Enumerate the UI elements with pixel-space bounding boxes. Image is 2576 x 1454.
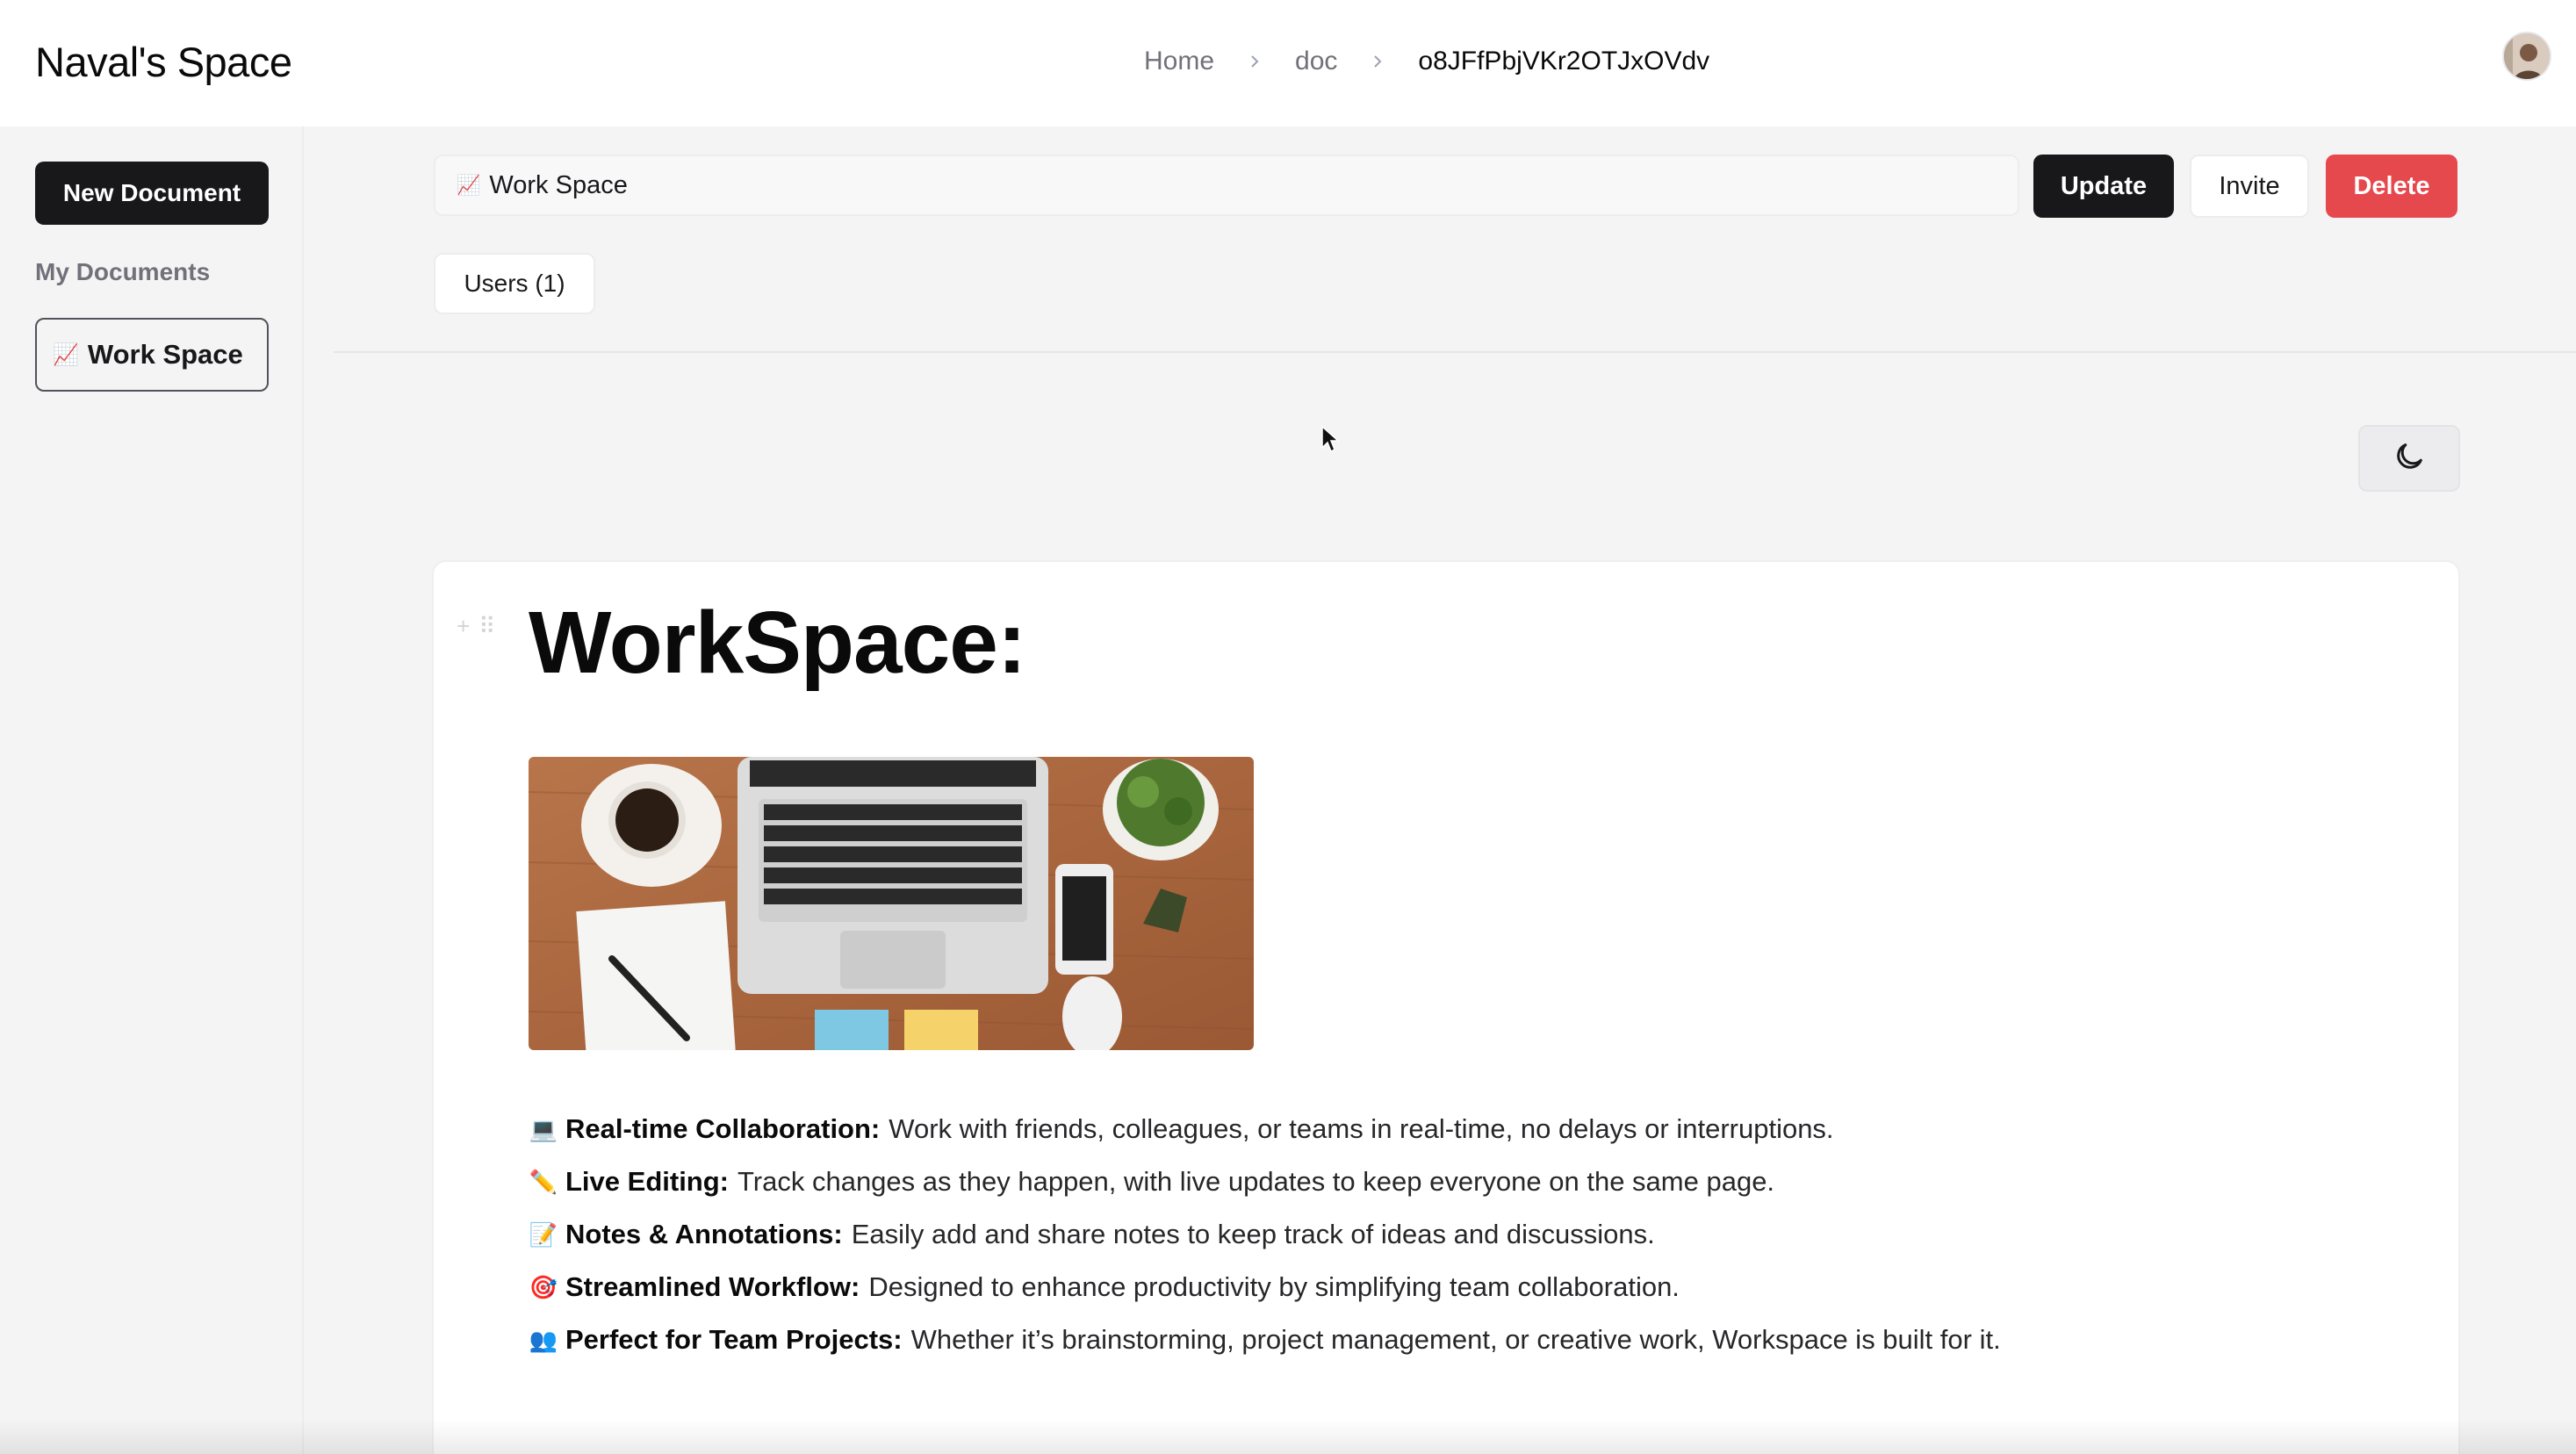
feature-label: Live Editing: [565, 1166, 729, 1197]
app-root: Naval's Space Home doc o8JFfPbjVKr2OTJxO… [0, 0, 2576, 1454]
list-item[interactable]: 📝 Notes & Annotations: Easily add and sh… [529, 1208, 2001, 1261]
feature-label: Notes & Annotations: [565, 1219, 843, 1249]
breadcrumb-current: o8JFfPbjVKr2OTJxOVdv [1418, 47, 1710, 76]
brand-title: Naval's Space [35, 39, 292, 85]
feature-text: Track changes as they happen, with live … [738, 1166, 1775, 1197]
invite-button[interactable]: Invite [2190, 155, 2309, 218]
breadcrumb-home[interactable]: Home [1144, 44, 1214, 79]
feature-label: Real-time Collaboration: [565, 1113, 881, 1144]
list-item[interactable]: 🎯 Streamlined Workflow: Designed to enha… [529, 1261, 2001, 1314]
sidebar: New Document My Documents 📈 Work Space [0, 126, 304, 1454]
document-editor[interactable]: + ⠿ WorkSpace: 💻 Real-time Collaboration… [432, 560, 2460, 1454]
chart-increasing-icon: 📈 [457, 174, 481, 196]
list-item[interactable]: 💻 Real-time Collaboration: Work with fri… [529, 1103, 2001, 1155]
people-icon: 👥 [529, 1326, 558, 1353]
pencil-icon: ✏️ [529, 1168, 558, 1195]
list-item[interactable]: ✏️ Live Editing: Track changes as they h… [529, 1155, 2001, 1208]
main-content: 📈 Work Space Update Invite Delete Users … [304, 126, 2576, 1454]
document-title-value: Work Space [489, 170, 628, 199]
sidebar-item-label: Work Space [87, 339, 243, 370]
top-header: Naval's Space Home doc o8JFfPbjVKr2OTJxO… [0, 0, 2576, 126]
avatar[interactable] [2502, 32, 2551, 81]
moon-icon [2392, 439, 2427, 479]
plus-icon[interactable]: + [457, 613, 470, 640]
update-button[interactable]: Update [2033, 155, 2174, 218]
breadcrumb: Home doc o8JFfPbjVKr2OTJxOVdv [1144, 44, 1709, 79]
mouse-pointer-icon [1320, 425, 1340, 457]
my-documents-label: My Documents [35, 258, 211, 285]
feature-list: 💻 Real-time Collaboration: Work with fri… [529, 1103, 2001, 1366]
feature-text: Easily add and share notes to keep track… [851, 1219, 1655, 1249]
chevron-right-icon [1369, 53, 1386, 70]
new-document-button[interactable]: New Document [35, 162, 269, 225]
laptop-icon: 💻 [529, 1115, 558, 1142]
list-item[interactable]: 👥 Perfect for Team Projects: Whether it’… [529, 1314, 2001, 1366]
theme-toggle-button[interactable] [2358, 425, 2460, 492]
sidebar-item-work-space[interactable]: 📈 Work Space [35, 318, 269, 392]
chart-increasing-icon: 📈 [53, 342, 79, 367]
block-handles: + ⠿ [457, 613, 495, 640]
document-heading[interactable]: WorkSpace: [529, 581, 1026, 704]
breadcrumb-doc[interactable]: doc [1295, 44, 1337, 79]
feature-text: Designed to enhance productivity by simp… [868, 1271, 1680, 1302]
section-divider [334, 351, 2576, 353]
document-title-input[interactable]: 📈 Work Space [434, 155, 2019, 216]
tab-users[interactable]: Users (1) [434, 253, 595, 314]
chevron-right-icon [1246, 53, 1263, 70]
feature-label: Perfect for Team Projects: [565, 1324, 903, 1355]
drag-handle-icon[interactable]: ⠿ [479, 613, 495, 640]
memo-icon: 📝 [529, 1220, 558, 1248]
delete-button[interactable]: Delete [2326, 155, 2457, 218]
target-icon: 🎯 [529, 1273, 558, 1300]
workspace-desk-image[interactable] [529, 757, 1254, 1050]
feature-text: Work with friends, colleagues, or teams … [889, 1113, 1834, 1144]
feature-label: Streamlined Workflow: [565, 1271, 860, 1302]
feature-text: Whether it’s brainstorming, project mana… [910, 1324, 2001, 1355]
